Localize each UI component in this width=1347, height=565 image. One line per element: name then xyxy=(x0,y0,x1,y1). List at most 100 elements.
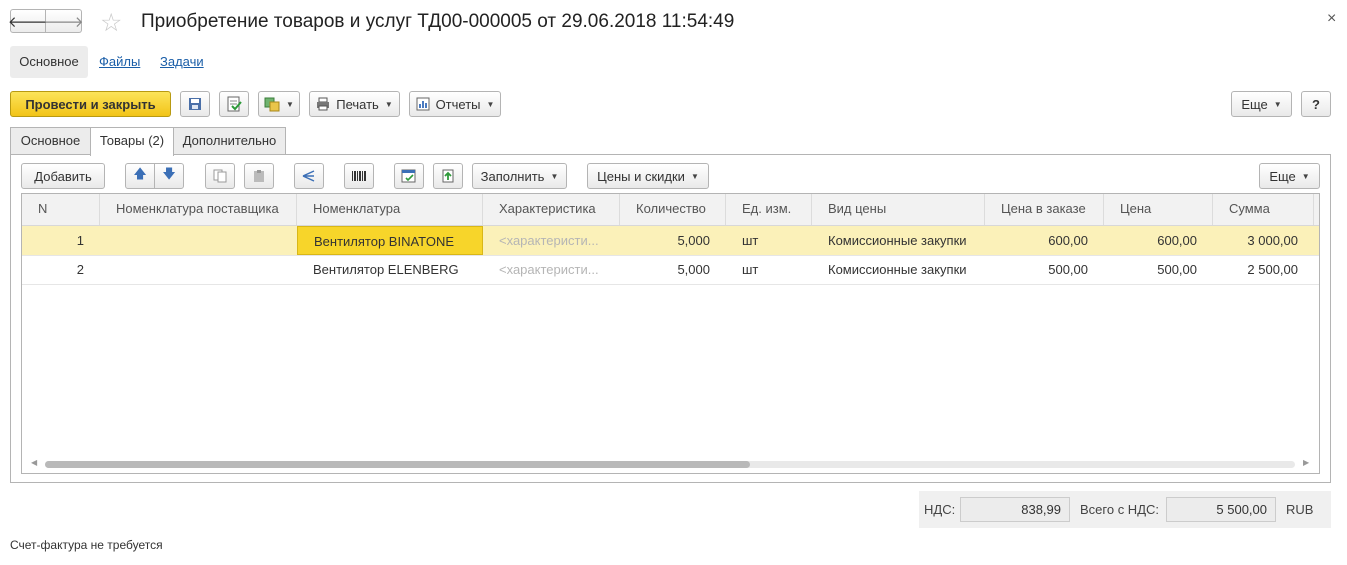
cell-supplier-item[interactable] xyxy=(100,226,297,255)
reports-button[interactable]: Отчеты ▼ xyxy=(409,91,501,117)
total-with-vat-label: Всего с НДС: xyxy=(1080,502,1160,517)
cell-price[interactable]: 500,00 xyxy=(1104,255,1213,284)
chevron-down-icon: ▼ xyxy=(384,99,393,109)
add-row-button[interactable]: Добавить xyxy=(21,163,105,189)
chevron-down-icon: ▼ xyxy=(1273,99,1282,109)
arrow-up-icon: 🡅 xyxy=(133,166,147,181)
post-and-close-label: Провести и закрыть xyxy=(25,96,156,112)
vat-label: НДС: xyxy=(924,502,956,517)
cell-sum[interactable]: 3 000,00 xyxy=(1213,226,1314,255)
forward-button[interactable]: 🡒 xyxy=(43,9,84,33)
save-button[interactable] xyxy=(180,91,210,117)
column-header[interactable]: Ед. изм. xyxy=(726,194,812,225)
column-header[interactable]: Номенклатура поставщика xyxy=(100,194,297,225)
print-button[interactable]: Печать ▼ xyxy=(309,91,400,117)
arrow-left-icon: 🡐 xyxy=(7,13,49,31)
table-more-button[interactable]: Еще ▼ xyxy=(1259,163,1320,189)
help-label: ? xyxy=(1312,96,1320,112)
column-header[interactable]: Цена в заказе xyxy=(985,194,1104,225)
window-title: Приобретение товаров и услуг ТД00-000005… xyxy=(141,11,735,32)
copy-button[interactable] xyxy=(205,163,235,189)
cell-characteristic[interactable]: <характеристи... xyxy=(483,255,620,284)
selection-list-icon xyxy=(401,169,416,183)
form-tab-tasks[interactable]: Задачи xyxy=(160,46,204,78)
scroll-left-icon[interactable]: ◀ xyxy=(31,458,37,467)
column-header[interactable]: N xyxy=(22,194,100,225)
fill-label: Заполнить xyxy=(480,168,545,184)
form-tab-files[interactable]: Файлы xyxy=(99,46,140,78)
select-items-button[interactable] xyxy=(394,163,424,189)
cell-order-price[interactable]: 600,00 xyxy=(985,226,1104,255)
back-button[interactable]: 🡐 xyxy=(7,9,49,33)
column-header[interactable]: Вид цены xyxy=(812,194,985,225)
chevron-down-icon: ▼ xyxy=(486,99,495,109)
create-based-on-icon xyxy=(264,97,280,112)
split-row-button[interactable] xyxy=(294,163,324,189)
cell-order-price[interactable]: 500,00 xyxy=(985,255,1104,284)
cell-unit[interactable]: шт xyxy=(726,255,812,284)
copy-icon xyxy=(213,169,227,183)
barcode-button[interactable] xyxy=(344,163,374,189)
favorite-star-icon[interactable]: ☆ xyxy=(100,8,122,38)
cell-n: 2 xyxy=(76,262,84,277)
arrow-right-icon: 🡒 xyxy=(43,13,84,31)
reports-icon xyxy=(416,97,430,111)
prices-discounts-button[interactable]: Цены и скидки ▼ xyxy=(587,163,709,189)
vat-value: 838,99 xyxy=(960,497,1070,522)
chevron-down-icon: ▼ xyxy=(286,99,294,109)
tab-goods[interactable]: Товары (2) xyxy=(90,127,174,156)
totals-panel: НДС: 838,99 Всего с НДС: 5 500,00 RUB xyxy=(919,491,1331,528)
form-tab-main[interactable]: Основное xyxy=(10,46,88,78)
post-button[interactable] xyxy=(219,91,249,117)
chevron-down-icon: ▼ xyxy=(1301,171,1310,181)
chevron-down-icon: ▼ xyxy=(550,171,559,181)
cell-n: 1 xyxy=(76,233,84,248)
more-label: Еще xyxy=(1241,96,1268,112)
paste-icon xyxy=(254,170,264,182)
move-up-button[interactable]: 🡅 xyxy=(125,163,155,189)
import-icon xyxy=(442,169,454,183)
cell-characteristic[interactable]: <характеристи... xyxy=(483,226,620,255)
cell-item[interactable]: Вентилятор ELENBERG xyxy=(297,255,483,284)
fill-button[interactable]: Заполнить ▼ xyxy=(472,163,567,189)
table-row[interactable]: 1 Вентилятор BINATONE <характеристи... 5… xyxy=(22,226,1319,256)
reports-label: Отчеты xyxy=(435,96,481,112)
print-label: Печать xyxy=(336,96,379,112)
goods-table[interactable]: N Номенклатура поставщика Номенклатура Х… xyxy=(21,193,1320,474)
cell-price-type[interactable]: Комиссионные закупки xyxy=(812,226,985,255)
close-icon[interactable]: × xyxy=(1327,10,1336,28)
chevron-down-icon: ▼ xyxy=(690,171,699,181)
cell-price[interactable]: 600,00 xyxy=(1104,226,1213,255)
tab-additional[interactable]: Дополнительно xyxy=(173,127,286,155)
table-more-label: Еще xyxy=(1269,168,1296,184)
cell-unit[interactable]: шт xyxy=(726,226,812,255)
scrollbar-thumb[interactable] xyxy=(45,461,750,468)
column-header[interactable]: Цена xyxy=(1104,194,1213,225)
help-button[interactable]: ? xyxy=(1301,91,1331,117)
post-and-close-button[interactable]: Провести и закрыть xyxy=(10,91,171,117)
table-row[interactable]: 2 Вентилятор ELENBERG <характеристи... 5… xyxy=(22,255,1319,285)
create-based-on-button[interactable]: ▼ xyxy=(258,91,300,117)
column-header[interactable]: Количество xyxy=(620,194,726,225)
scroll-right-icon[interactable]: ▶ xyxy=(1303,458,1309,467)
tab-main[interactable]: Основное xyxy=(10,127,91,155)
column-header[interactable]: Номенклатура xyxy=(297,194,483,225)
more-button[interactable]: Еще ▼ xyxy=(1231,91,1292,117)
prices-label: Цены и скидки xyxy=(597,168,685,184)
cell-quantity[interactable]: 5,000 xyxy=(620,226,726,255)
paste-button[interactable] xyxy=(244,163,274,189)
cell-item[interactable]: Вентилятор BINATONE xyxy=(297,226,483,255)
column-header[interactable]: Характеристика xyxy=(483,194,620,225)
cell-quantity[interactable]: 5,000 xyxy=(620,255,726,284)
cell-price-type[interactable]: Комиссионные закупки xyxy=(812,255,985,284)
column-header[interactable]: Сумма xyxy=(1213,194,1314,225)
cell-sum[interactable]: 2 500,00 xyxy=(1213,255,1314,284)
split-icon xyxy=(302,170,315,182)
post-document-icon xyxy=(227,96,242,112)
import-button[interactable] xyxy=(433,163,463,189)
cell-supplier-item[interactable] xyxy=(100,255,297,284)
total-with-vat-value: 5 500,00 xyxy=(1166,497,1276,522)
move-down-button[interactable]: 🡇 xyxy=(154,163,184,189)
arrow-down-icon: 🡇 xyxy=(162,166,176,181)
horizontal-scrollbar[interactable] xyxy=(45,461,1295,468)
